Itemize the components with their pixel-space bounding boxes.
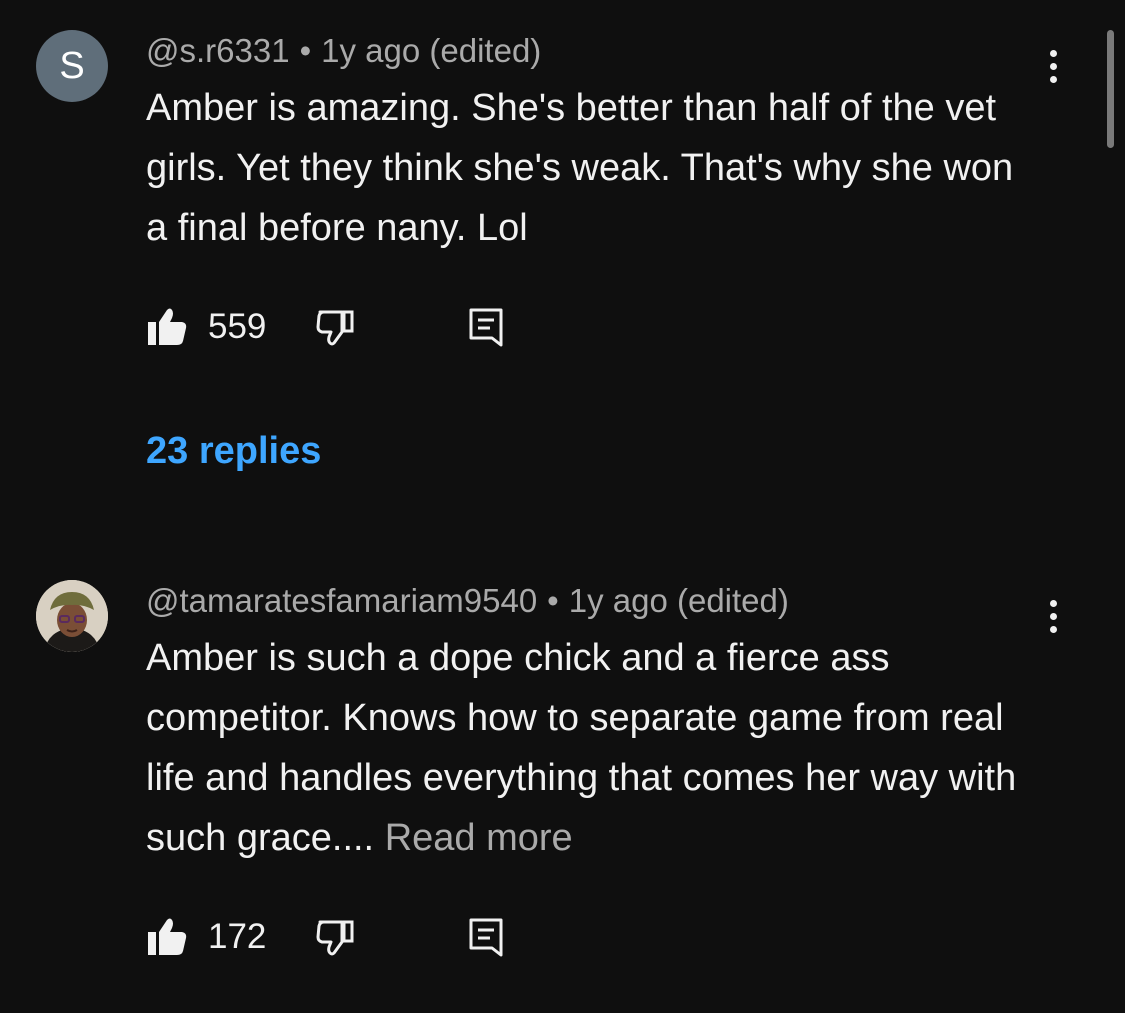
comment-meta: @tamaratesfamariam9540 • 1y ago (edited)	[146, 582, 789, 620]
comment-body: Amber is amazing. She's better than half…	[146, 87, 1014, 249]
avatar[interactable]: S	[36, 30, 108, 102]
kebab-menu-icon[interactable]	[1036, 594, 1070, 638]
comment-item: @tamaratesfamariam9540 • 1y ago (edited) A…	[0, 560, 1125, 1013]
reply-button[interactable]	[468, 912, 504, 962]
comment-text: Amber is amazing. She's better than half…	[146, 78, 1026, 258]
user-photo-icon	[36, 580, 108, 652]
reply-button[interactable]	[468, 302, 504, 352]
meta-separator: •	[547, 582, 559, 619]
like-button[interactable]: 559	[146, 302, 266, 352]
thumbs-up-icon	[148, 918, 187, 955]
thumbs-up-icon	[148, 308, 187, 345]
comment-time: 1y ago (edited)	[568, 582, 789, 619]
author-handle[interactable]: @tamaratesfamariam9540	[146, 582, 537, 619]
author-handle[interactable]: @s.r6331	[146, 32, 290, 69]
like-button[interactable]: 172	[146, 912, 266, 962]
comment-item: S @s.r6331 • 1y ago (edited) Amber is amaz…	[0, 0, 1125, 520]
kebab-menu-icon[interactable]	[1036, 44, 1070, 88]
comments-panel: S @s.r6331 • 1y ago (edited) Amber is amaz…	[0, 0, 1125, 1013]
scrollbar[interactable]	[1107, 30, 1114, 148]
thumbs-down-icon	[316, 920, 354, 956]
comment-time: 1y ago (edited)	[321, 32, 542, 69]
comment-icon	[469, 918, 503, 957]
like-count: 559	[208, 307, 267, 346]
comment-body: Amber is such a dope chick and a fierce …	[146, 637, 1017, 859]
read-more-link[interactable]: Read more	[385, 817, 573, 859]
comment-actions: 172	[146, 912, 546, 962]
view-replies-link[interactable]: 23 replies	[146, 430, 321, 473]
avatar-letter: S	[59, 45, 85, 87]
avatar[interactable]	[36, 580, 108, 652]
thumbs-down-icon	[316, 310, 354, 346]
dislike-button[interactable]	[316, 912, 356, 962]
meta-separator: •	[299, 32, 312, 69]
comment-actions: 559	[146, 302, 546, 352]
comment-text: Amber is such a dope chick and a fierce …	[146, 628, 1026, 868]
like-count: 172	[208, 917, 267, 956]
comment-icon	[469, 308, 503, 347]
comment-meta: @s.r6331 • 1y ago (edited)	[146, 32, 541, 70]
dislike-button[interactable]	[316, 302, 356, 352]
